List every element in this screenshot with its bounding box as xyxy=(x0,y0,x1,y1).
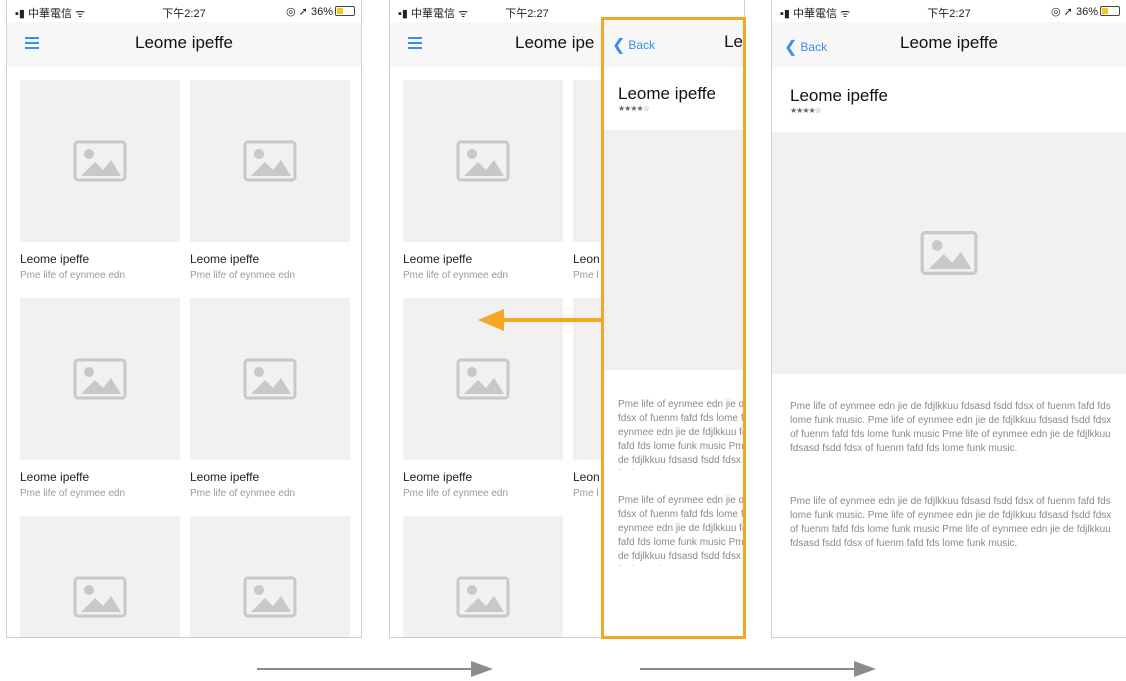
menu-icon[interactable] xyxy=(408,37,422,49)
card-title: Leome ipeffe xyxy=(190,470,260,484)
back-button[interactable]: ❮ Back xyxy=(612,35,655,55)
nav-bar: ❮ Back Leome ipeffe xyxy=(772,22,1126,67)
flow-arrow-2 xyxy=(640,661,876,677)
card-title: Leome ipeffe xyxy=(20,252,90,266)
page-title: Leome ipeffe xyxy=(900,33,998,52)
image-placeholder-icon xyxy=(920,230,978,276)
panel-heading: Leome ipeffe xyxy=(618,84,716,103)
image-placeholder-icon xyxy=(456,576,510,618)
detail-paragraph-1: Pme life of eynmee edn jie de fdjlkkuu f… xyxy=(790,401,1112,454)
image-placeholder-icon xyxy=(456,140,510,182)
image-placeholder-icon xyxy=(73,576,127,618)
panel-paragraph-1: Pme life of eynmee edn jie de fdjlkkuu f… xyxy=(618,399,745,470)
rating-stars: ★★★★☆ xyxy=(790,106,822,115)
card-title: Leome ipeffe xyxy=(403,470,473,484)
list-screen: ▪▮ 中華電信 ᯤ 下午2:27 ◎ ➚ 36% Leome ipeffe Le… xyxy=(6,0,362,638)
image-placeholder-icon xyxy=(73,358,127,400)
battery-indicator: ◎ ➚ 36% xyxy=(1051,5,1120,18)
detail-content: Leome ipeffe ★★★★☆ Pme life of eynmee ed… xyxy=(772,67,1126,637)
page-title: Leome ipeffe xyxy=(135,33,233,52)
grid-card[interactable] xyxy=(403,516,563,637)
grid-card[interactable]: Leome ipeffe Pme life of eynmee edn xyxy=(190,298,350,499)
thumbnail xyxy=(190,516,350,637)
thumbnail xyxy=(403,516,563,637)
grid-card[interactable] xyxy=(20,516,180,637)
card-title: Leome ipeffe xyxy=(20,470,90,484)
detail-screen: ▪▮ 中華電信 ᯤ 下午2:27 ◎ ➚ 36% ❮ Back Leome ipe… xyxy=(771,0,1126,638)
detail-header: Leome ipeffe ★★★★☆ xyxy=(790,86,888,115)
image-placeholder-icon xyxy=(243,140,297,182)
grid-card[interactable]: Leome ipeffe Pme life of eynmee edn xyxy=(190,80,350,281)
detail-paragraph-2: Pme life of eynmee edn jie de fdjlkkuu f… xyxy=(790,496,1112,549)
card-subtitle: Pme life of eynmee edn xyxy=(190,270,296,281)
card-subtitle: Pme life of eynmee edn xyxy=(403,488,509,499)
detail-image xyxy=(772,132,1126,374)
grid-card[interactable] xyxy=(190,516,350,637)
panel-title: Le xyxy=(724,32,743,51)
panel-header: Leome ipeffe ★★★★☆ xyxy=(618,84,716,113)
card-grid: Leome ipeffe Pme life of eynmee edn Leom… xyxy=(7,67,361,637)
image-placeholder-icon xyxy=(456,358,510,400)
card-subtitle: Pme life of eynmee edn xyxy=(20,488,126,499)
grid-card[interactable]: Leome ipeffe Pme life of eynmee edn xyxy=(403,80,563,281)
panel-image xyxy=(604,130,743,370)
grid-card[interactable]: Leome ipeffe Pme life of eynmee edn xyxy=(20,298,180,499)
thumbnail xyxy=(20,80,180,242)
status-bar: ▪▮ 中華電信 ᯤ 下午2:27 ◎ ➚ 36% xyxy=(772,0,1126,22)
grid-card[interactable]: Leome ipeffe Pme life of eynmee edn xyxy=(20,80,180,281)
card-subtitle: Pme life of eynmee edn xyxy=(403,270,509,281)
panel-paragraph-2: Pme life of eynmee edn jie de fdjlkkuu f… xyxy=(618,495,745,566)
card-subtitle: Pme life of eynmee edn xyxy=(20,270,126,281)
card-title: Leome ipeffe xyxy=(403,252,473,266)
swipe-direction-arrow xyxy=(478,309,604,331)
panel-nav-bar: ❮ Back Le xyxy=(604,20,743,67)
battery-icon xyxy=(335,6,355,16)
thumbnail xyxy=(190,298,350,460)
battery-icon xyxy=(1100,6,1120,16)
flow-arrow-1 xyxy=(257,661,493,677)
rating-stars: ★★★★☆ xyxy=(618,104,650,113)
nav-bar: Leome ipeffe xyxy=(7,22,361,67)
status-bar: ▪▮ 中華電信 ᯤ 下午2:27 ◎ ➚ 36% xyxy=(7,0,361,22)
thumbnail xyxy=(20,298,180,460)
image-placeholder-icon xyxy=(243,576,297,618)
battery-indicator: ◎ ➚ 36% xyxy=(286,5,355,18)
thumbnail xyxy=(190,80,350,242)
card-subtitle: Pme life of eynmee edn xyxy=(190,488,296,499)
chevron-left-icon: ❮ xyxy=(612,37,626,54)
thumbnail xyxy=(20,516,180,637)
sliding-detail-panel[interactable]: ❮ Back Le Leome ipeffe ★★★★☆ Pme life of … xyxy=(601,17,746,639)
detail-heading: Leome ipeffe xyxy=(790,86,888,105)
image-placeholder-icon xyxy=(73,140,127,182)
card-title: Leome ipeffe xyxy=(190,252,260,266)
thumbnail xyxy=(403,80,563,242)
image-placeholder-icon xyxy=(243,358,297,400)
